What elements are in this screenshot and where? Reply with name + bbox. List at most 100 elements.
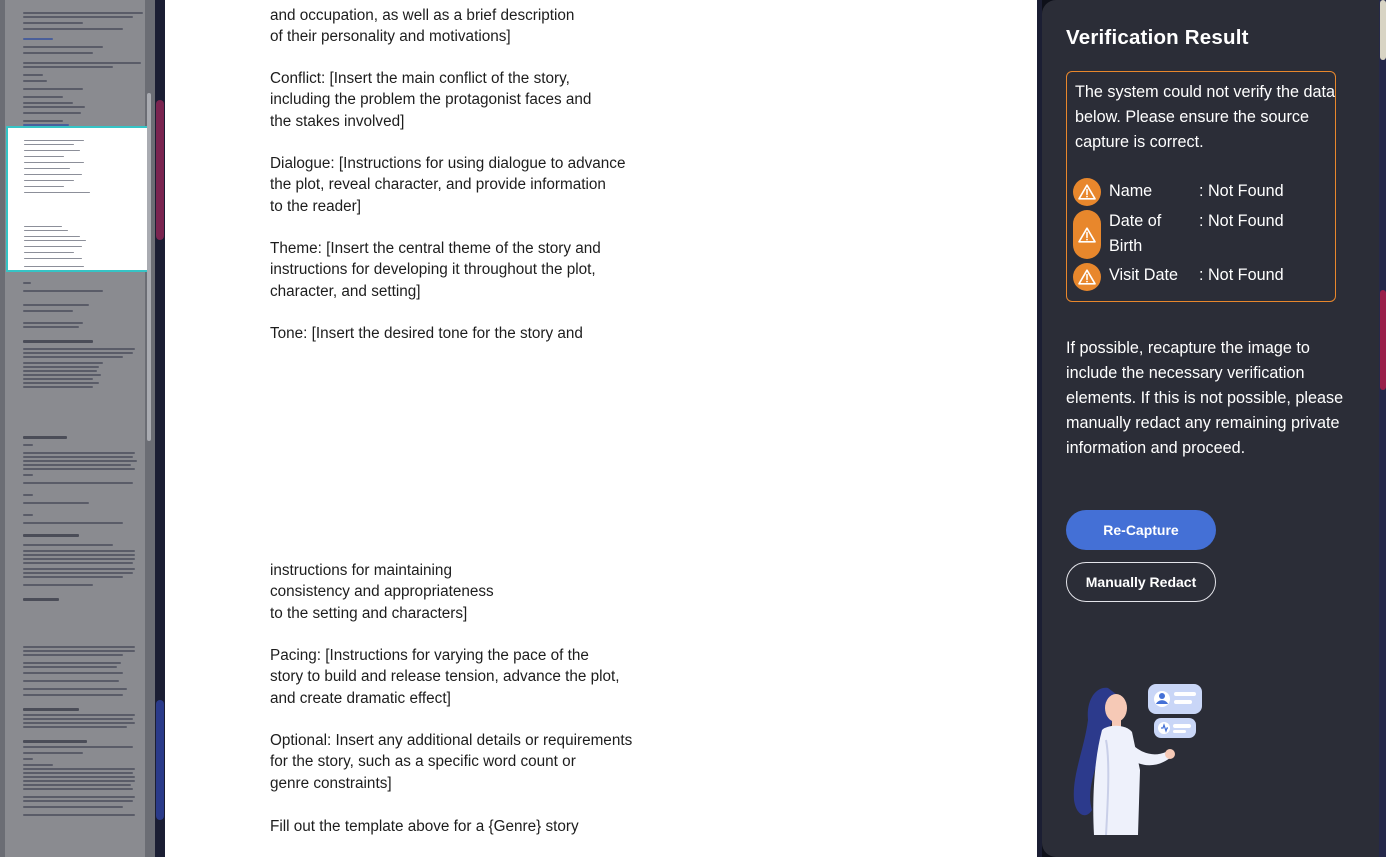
thumbnail-text-line (23, 784, 131, 786)
thumbnail-text-line (23, 374, 101, 376)
thumbnail-text-line (24, 174, 82, 175)
thumbnail-text-line (23, 522, 123, 524)
document-paragraph: Pacing: [Instructions for varying the pa… (270, 647, 620, 707)
thumbnail-text-line (24, 258, 82, 259)
thumbnail-viewport-highlight[interactable] (6, 126, 151, 272)
thumbnail-text-line (23, 726, 127, 728)
thumbnail-text-line (23, 52, 93, 54)
field-row-name: Name : Not Found (1073, 178, 1333, 206)
thumbnail-scrollbar[interactable] (147, 93, 151, 441)
document-paragraph: Fill out the template above for a {Genre… (270, 818, 579, 835)
recapture-button[interactable]: Re-Capture (1066, 510, 1216, 550)
thumbnail-text-line (23, 106, 85, 108)
thumbnail-text-line (23, 120, 63, 122)
thumbnail-text-line (23, 746, 133, 748)
thumbnail-text-line (23, 348, 135, 350)
thumbnail-text-line (23, 382, 99, 384)
thumbnail-text-line (23, 74, 43, 76)
thumbnail-text-line (23, 482, 133, 484)
thumbnail-text-line (23, 386, 93, 388)
thumbnail-text-line (23, 646, 135, 648)
thumbnail-text-line (24, 150, 80, 151)
thumbnail-text-line (23, 456, 133, 458)
thumbnail-text-line (23, 768, 135, 770)
field-value: : Not Found (1199, 182, 1284, 200)
warning-message: The system could not verify the data bel… (1075, 83, 1336, 151)
thumbnail-text-line (23, 464, 131, 466)
thumbnail-text-line (23, 378, 93, 380)
background-glow (156, 100, 164, 240)
thumbnail-text-line (23, 554, 135, 556)
thumbnail-text-line (23, 796, 135, 798)
thumbnail-text-line (23, 550, 135, 552)
thumbnail-text-line (23, 452, 135, 454)
thumbnail-text-line (23, 562, 133, 564)
thumbnail-text-line (23, 12, 143, 14)
thumbnail-text-line (23, 88, 83, 90)
thumbnail-text-line (23, 16, 133, 18)
thumbnail-text-line (24, 240, 86, 241)
document-paragraph: and occupation, as well as a brief descr… (270, 7, 575, 46)
field-label: Visit Date (1109, 266, 1178, 284)
thumbnail-text-line (24, 266, 84, 267)
thumbnail-text-line (23, 740, 87, 743)
thumbnail-text-line (23, 572, 133, 574)
panel-title: Verification Result (1066, 26, 1249, 49)
thumbnail-text-line (23, 304, 89, 306)
thumbnail-text-line (23, 96, 63, 98)
thumbnail-text-line (23, 680, 119, 682)
manually-redact-button[interactable]: Manually Redact (1066, 562, 1216, 602)
background-glow (156, 700, 164, 820)
thumbnail-text-line (23, 356, 123, 358)
thumbnail-text-line (23, 22, 83, 24)
field-value: : Not Found (1199, 266, 1284, 284)
thumbnail-text-line (23, 310, 73, 312)
thumbnail-text-line (24, 140, 84, 141)
thumbnail-text-line (23, 688, 127, 690)
thumbnail-text-line (23, 788, 133, 790)
thumbnail-text-line (23, 568, 135, 570)
thumbnail-text-line (23, 494, 33, 496)
document-paragraph: Tone: [Insert the desired tone for the s… (270, 325, 583, 342)
thumbnail-text-line (23, 672, 123, 674)
thumbnail-text-line (23, 340, 93, 343)
thumbnail-text-line (23, 584, 93, 586)
thumbnail-text-line (23, 654, 123, 656)
thumbnail-text-line (23, 662, 121, 664)
thumbnail-text-line (23, 694, 123, 696)
thumbnail-text-line (23, 650, 135, 652)
document-page: and occupation, as well as a brief descr… (165, 0, 1037, 857)
verification-illustration (1073, 684, 1202, 835)
thumbnail-text-line (24, 226, 62, 227)
thumbnail-text-line (24, 246, 82, 247)
verification-panel: Verification Result The system could not… (1042, 0, 1379, 857)
thumbnail-text-line (24, 156, 64, 157)
thumbnail-text-line (23, 474, 33, 476)
thumbnail-text-line (23, 544, 113, 546)
thumbnail-text-line (23, 436, 67, 439)
thumbnail-text-line (23, 468, 135, 470)
thumbnail-text-line (23, 366, 99, 368)
thumbnail-text-line (23, 772, 133, 774)
thumbnail-text-line (24, 236, 80, 237)
thumbnail-text-line (24, 186, 64, 187)
thumbnail-text-line (23, 502, 89, 504)
document-paragraph: Theme: [Insert the central theme of the … (270, 240, 601, 300)
thumbnail-text-line (23, 370, 97, 372)
thumbnail-text-line (23, 352, 133, 354)
alert-triangle-icon (1073, 210, 1101, 259)
field-label: Date of Birth (1109, 212, 1162, 255)
document-paragraph: Conflict: [Insert the main conflict of t… (270, 70, 592, 130)
thumbnail-text-line (23, 714, 135, 716)
thumbnail-text-line (24, 168, 70, 169)
thumbnail-text-line (23, 722, 135, 724)
thumbnail-text-line (23, 290, 103, 292)
thumbnail-text-line (23, 806, 123, 808)
thumbnail-text-line (23, 718, 133, 720)
thumbnail-text-line (23, 776, 135, 778)
page-thumbnail-rail[interactable] (0, 0, 155, 857)
thumbnail-text-line (23, 102, 73, 104)
thumbnail-text-line (23, 326, 79, 328)
background-glow (1380, 290, 1386, 390)
background-strip-far-right (1379, 0, 1386, 857)
